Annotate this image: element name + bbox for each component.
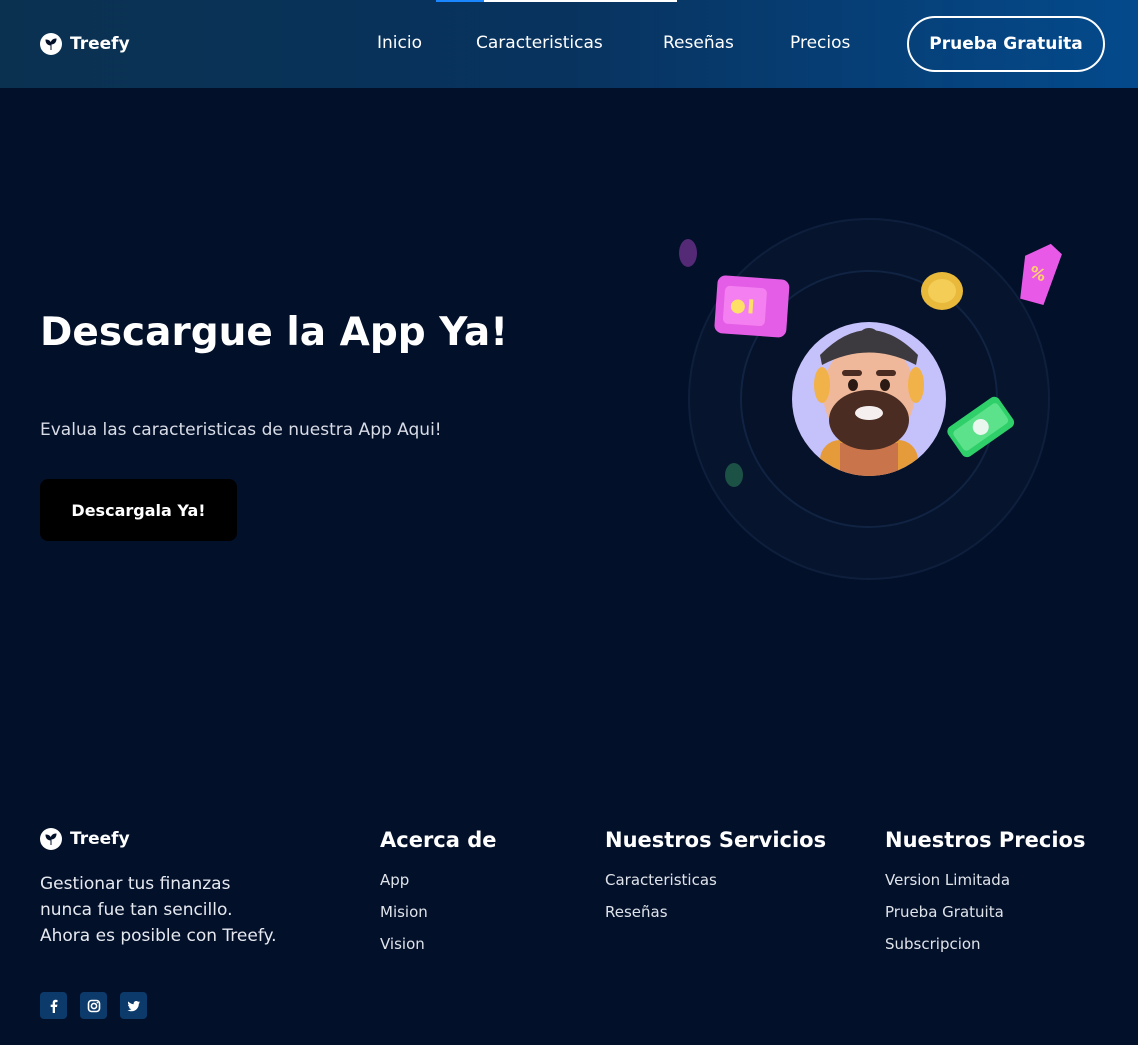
leaf-logo-icon: [40, 828, 62, 850]
download-button[interactable]: Descargala Ya!: [40, 479, 237, 541]
hero-illustration: %: [670, 215, 1070, 585]
nav-item-resenas[interactable]: Reseñas: [663, 33, 734, 53]
footer-column-title: Acerca de: [380, 828, 497, 852]
footer-tagline: Gestionar tus finanzas nunca fue tan sen…: [40, 871, 330, 949]
facebook-icon[interactable]: [40, 992, 67, 1019]
tagline-line: Gestionar tus finanzas: [40, 874, 231, 894]
footer-column-title: Nuestros Precios: [885, 828, 1086, 852]
pink-safe-icon: [714, 275, 790, 338]
social-links: [40, 992, 147, 1019]
tagline-line: Ahora es posible con Treefy.: [40, 926, 277, 946]
scroll-progress-bar: [436, 0, 677, 2]
footer-link-resenas[interactable]: Reseñas: [605, 901, 826, 933]
nav-item-caracteristicas[interactable]: Caracteristicas: [476, 33, 603, 53]
free-trial-button[interactable]: Prueba Gratuita: [907, 16, 1105, 72]
discount-tag-icon: %: [1020, 243, 1062, 306]
blurred-particle: [679, 239, 697, 267]
footer-brand[interactable]: Treefy: [40, 828, 130, 850]
scroll-progress-fill: [436, 0, 485, 2]
footer-link-mision[interactable]: Mision: [380, 901, 497, 933]
footer-link-vision[interactable]: Vision: [380, 933, 497, 965]
gold-coin-icon: [921, 272, 963, 310]
tagline-line: nunca fue tan sencillo.: [40, 900, 233, 920]
footer-link-caracteristicas[interactable]: Caracteristicas: [605, 869, 826, 901]
header-brand[interactable]: Treefy: [40, 33, 130, 55]
footer-column-prices: Nuestros Precios Version Limitada Prueba…: [885, 828, 1085, 965]
page: Treefy Inicio Caracteristicas Reseñas Pr…: [0, 0, 1138, 1045]
site-header: Treefy Inicio Caracteristicas Reseñas Pr…: [0, 0, 1138, 88]
twitter-icon[interactable]: [120, 992, 147, 1019]
nav-item-inicio[interactable]: Inicio: [377, 33, 422, 53]
footer-column-about: Acerca de App Mision Vision: [380, 828, 497, 965]
footer-link-subscripcion[interactable]: Subscripcion: [885, 933, 1085, 965]
nav-item-precios[interactable]: Precios: [790, 33, 850, 53]
hero-title: Descargue la App Ya!: [40, 310, 509, 355]
hero-subtitle: Evalua las caracteristicas de nuestra Ap…: [40, 420, 442, 440]
instagram-icon[interactable]: [80, 992, 107, 1019]
footer-column-services: Nuestros Servicios Caracteristicas Reseñ…: [605, 828, 826, 933]
brand-name: Treefy: [70, 34, 130, 54]
footer-column-title: Nuestros Servicios: [605, 828, 827, 852]
leaf-logo-icon: [40, 33, 62, 55]
footer-link-version-limitada[interactable]: Version Limitada: [885, 869, 1085, 901]
footer-link-app[interactable]: App: [380, 869, 497, 901]
footer-brand-name: Treefy: [70, 829, 130, 849]
footer-link-prueba-gratuita[interactable]: Prueba Gratuita: [885, 901, 1085, 933]
blurred-particle: [725, 463, 743, 487]
